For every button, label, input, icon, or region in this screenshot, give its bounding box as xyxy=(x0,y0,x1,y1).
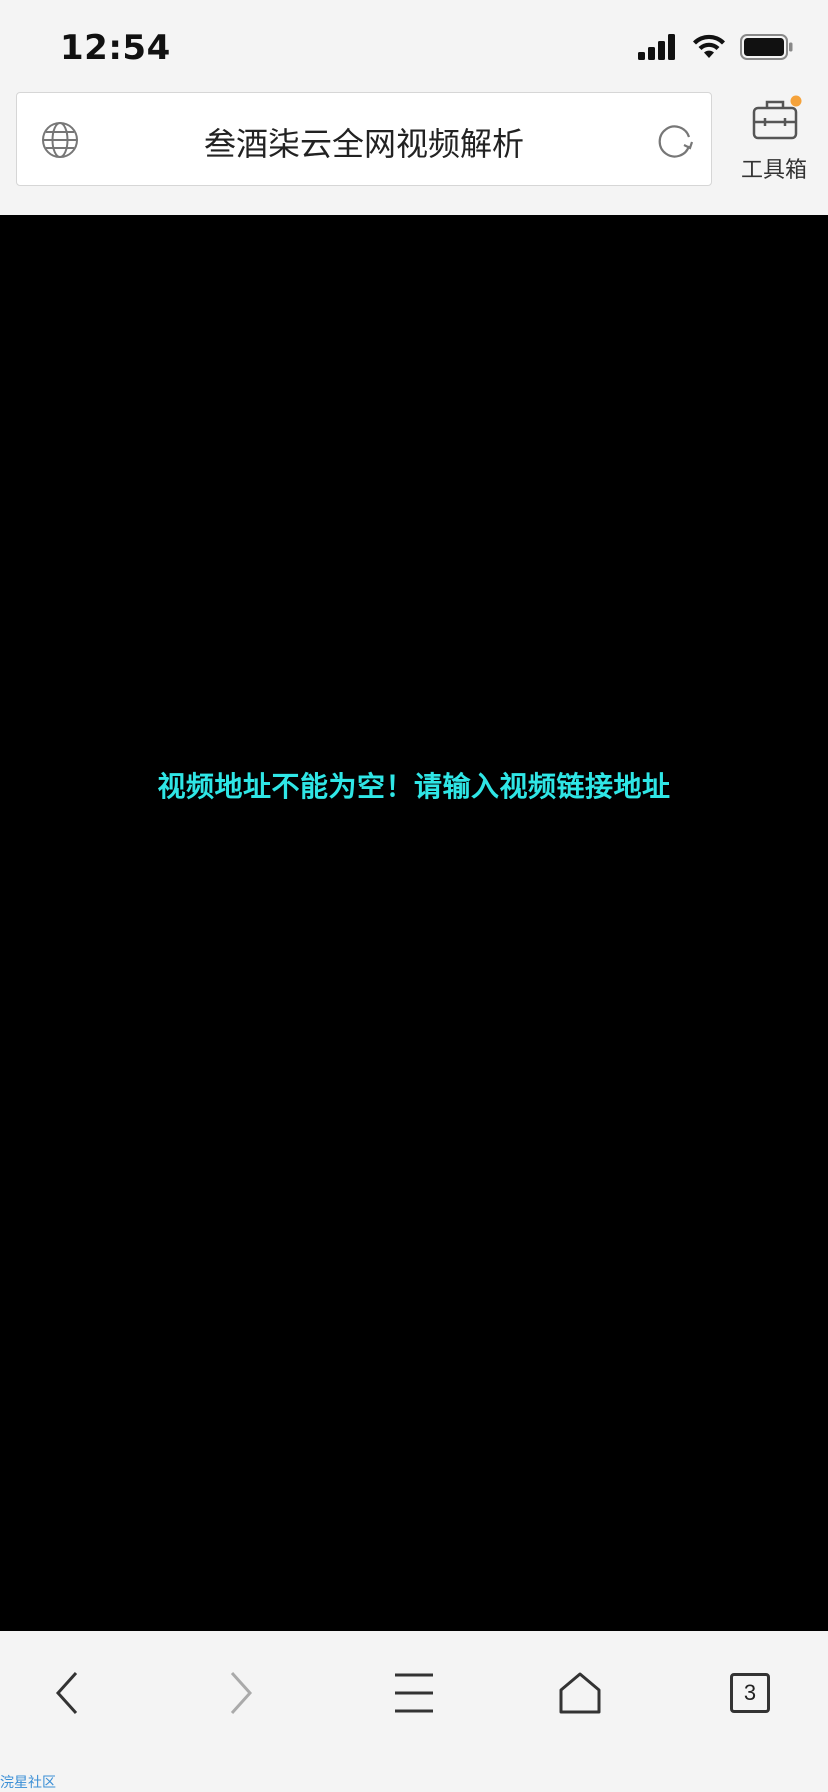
error-message: 视频地址不能为空！请输入视频链接地址 xyxy=(157,770,671,803)
tabs-icon: 3 xyxy=(730,1673,770,1713)
battery-icon xyxy=(740,34,793,60)
forward-arrow-icon xyxy=(230,1671,253,1715)
toolbox-icon xyxy=(752,95,802,140)
reload-icon[interactable] xyxy=(655,121,695,161)
menu-button[interactable] xyxy=(384,1663,444,1723)
status-icons xyxy=(638,34,794,60)
toolbox-label: 工具箱 xyxy=(740,158,807,183)
footer-link[interactable]: 浣星社区 xyxy=(0,1772,56,1792)
wifi-icon xyxy=(693,34,725,58)
page-title[interactable]: 叁酒柒云全网视频解析 xyxy=(107,119,621,165)
address-bar[interactable]: 叁酒柒云全网视频解析 xyxy=(16,92,712,186)
home-icon xyxy=(559,1672,601,1714)
menu-icon xyxy=(395,1673,433,1713)
status-bar: 12:54 xyxy=(0,0,828,92)
globe-icon[interactable] xyxy=(41,121,79,159)
back-arrow-icon xyxy=(55,1671,78,1715)
forward-button[interactable] xyxy=(210,1663,270,1723)
cellular-signal-icon xyxy=(638,34,675,60)
toolbox-button[interactable]: 工具箱 xyxy=(724,92,824,186)
status-time: 12:54 xyxy=(60,28,171,68)
tabs-button[interactable]: 3 xyxy=(720,1663,780,1723)
back-button[interactable] xyxy=(38,1663,98,1723)
webview[interactable]: 视频地址不能为空！请输入视频链接地址 xyxy=(0,215,828,1631)
bottom-nav: 3 浣星社区 xyxy=(0,1631,828,1792)
notification-badge xyxy=(790,95,802,107)
screen: 12:54 叁酒柒云全网视频解析 工具箱 视频地址不能为空！请输入视频链接地址 … xyxy=(0,0,828,1792)
home-button[interactable] xyxy=(550,1663,610,1723)
